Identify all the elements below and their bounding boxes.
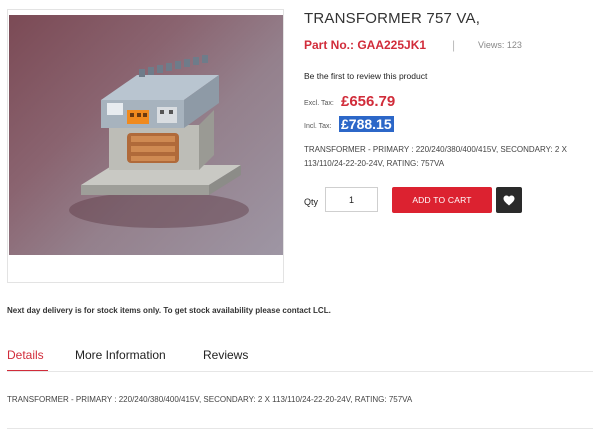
incl-tax-label: Incl. Tax: <box>304 123 332 130</box>
excl-tax-label: Excl. Tax: <box>304 100 334 107</box>
tabs-divider <box>7 371 593 372</box>
delivery-notice: Next day delivery is for stock items onl… <box>7 306 331 315</box>
qty-input[interactable] <box>325 187 378 212</box>
views-count: Views: 123 <box>478 40 522 50</box>
qty-label: Qty <box>304 197 319 207</box>
add-to-cart-button[interactable]: ADD TO CART <box>392 187 492 213</box>
incl-tax-price: £788.15 <box>339 116 394 132</box>
details-divider <box>7 428 593 429</box>
tab-reviews[interactable]: Reviews <box>203 348 248 362</box>
meta-separator: | <box>452 38 456 52</box>
product-image-frame <box>7 9 284 283</box>
details-content: TRANSFORMER - PRIMARY : 220/240/380/400/… <box>7 395 413 404</box>
tab-details[interactable]: Details <box>7 348 44 362</box>
tab-more-information[interactable]: More Information <box>75 348 166 362</box>
wishlist-button[interactable] <box>496 187 522 213</box>
heart-icon <box>503 195 515 205</box>
product-image[interactable] <box>9 15 283 255</box>
short-description: TRANSFORMER - PRIMARY : 220/240/380/400/… <box>304 145 567 168</box>
part-number: Part No.: GAA225JK1 <box>304 38 427 52</box>
transformer-illustration <box>69 55 249 228</box>
excl-tax-price: £656.79 <box>341 93 396 110</box>
review-link[interactable]: Be the first to review this product <box>304 71 427 81</box>
product-title: TRANSFORMER 757 VA, <box>304 10 481 27</box>
